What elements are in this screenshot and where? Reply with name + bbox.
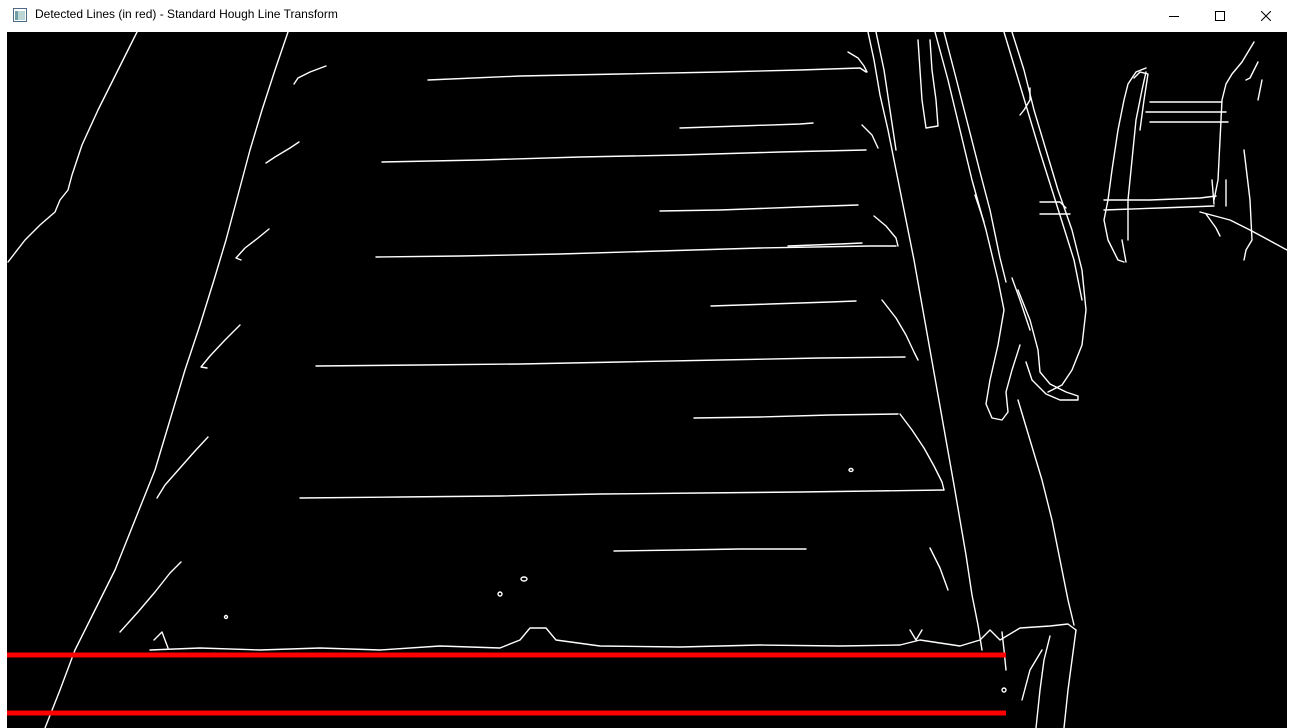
edge-map-image (7, 32, 1287, 728)
minimize-icon (1169, 15, 1179, 17)
title-bar[interactable]: Detected Lines (in red) - Standard Hough… (0, 0, 1289, 31)
image-canvas (7, 32, 1287, 728)
close-icon (1261, 10, 1271, 21)
minimize-button[interactable] (1151, 0, 1197, 31)
image-window: Detected Lines (in red) - Standard Hough… (0, 0, 1289, 728)
close-button[interactable] (1243, 0, 1289, 31)
window-app-icon[interactable] (13, 8, 27, 22)
window-title: Detected Lines (in red) - Standard Hough… (35, 7, 338, 21)
window-left-border (0, 31, 7, 728)
maximize-button[interactable] (1197, 0, 1243, 31)
maximize-icon (1215, 10, 1225, 21)
